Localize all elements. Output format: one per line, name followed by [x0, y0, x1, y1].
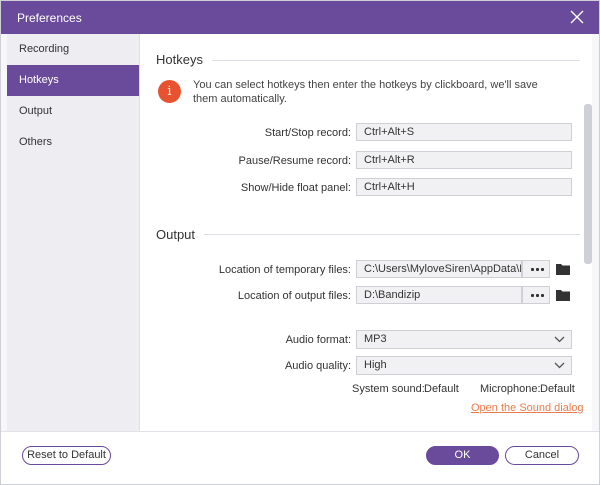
window-title: Preferences	[17, 11, 82, 25]
system-sound-label: System sound:	[352, 383, 425, 395]
section-divider	[212, 60, 580, 61]
reset-to-default-button[interactable]: Reset to Default	[22, 446, 111, 465]
chevron-down-icon	[554, 362, 565, 369]
output-location-label: Location of output files:	[237, 290, 351, 302]
more-dots-icon	[536, 268, 539, 271]
sidebar-item-recording[interactable]: Recording	[7, 34, 139, 65]
sidebar-item-hotkeys[interactable]: Hotkeys	[7, 65, 139, 96]
audio-format-select[interactable]: MP3	[356, 330, 572, 349]
sidebar-item-output[interactable]: Output	[7, 96, 139, 127]
show-hide-hotkey-field[interactable]: Ctrl+Alt+H	[356, 178, 572, 196]
show-hide-label: Show/Hide float panel:	[240, 182, 351, 194]
start-stop-label: Start/Stop record:	[264, 127, 351, 139]
scrollbar[interactable]	[584, 104, 592, 264]
more-dots-icon	[541, 294, 544, 297]
folder-icon[interactable]	[556, 263, 570, 275]
temp-location-field[interactable]: C:\Users\MyloveSiren\AppData\Local	[356, 260, 522, 278]
preferences-window: Preferences Recording Hotkeys Output Oth…	[0, 0, 600, 485]
more-dots-icon	[536, 294, 539, 297]
system-sound-value: Default	[424, 383, 459, 395]
title-bar: Preferences	[1, 1, 599, 34]
more-dots-icon	[531, 294, 534, 297]
browse-output-button[interactable]	[522, 286, 550, 304]
ok-button[interactable]: OK	[426, 446, 499, 465]
sidebar: Recording Hotkeys Output Others	[7, 34, 140, 431]
footer: Reset to Default OK Cancel	[1, 431, 599, 484]
temp-location-label: Location of temporary files:	[218, 264, 351, 276]
info-icon: i	[158, 80, 181, 103]
microphone-value: Default	[540, 383, 575, 395]
settings-panel: Hotkeys i You can select hotkeys then en…	[140, 34, 592, 431]
microphone-label: Microphone:	[480, 383, 541, 395]
audio-quality-label: Audio quality:	[284, 360, 351, 372]
pause-resume-label: Pause/Resume record:	[238, 155, 352, 167]
more-dots-icon	[531, 268, 534, 271]
audio-format-label: Audio format:	[285, 334, 351, 346]
sidebar-item-others[interactable]: Others	[7, 127, 139, 158]
output-section-title: Output	[156, 227, 196, 242]
pause-resume-hotkey-field[interactable]: Ctrl+Alt+R	[356, 151, 572, 169]
more-dots-icon	[541, 268, 544, 271]
cancel-button[interactable]: Cancel	[505, 446, 579, 465]
close-icon[interactable]	[569, 9, 585, 25]
hotkeys-section-title: Hotkeys	[156, 52, 203, 67]
audio-quality-value: High	[364, 359, 387, 371]
chevron-down-icon	[554, 336, 565, 343]
audio-format-value: MP3	[364, 333, 387, 345]
open-sound-dialog-link[interactable]: Open the Sound dialog	[471, 402, 584, 414]
output-location-field[interactable]: D:\Bandizip	[356, 286, 522, 304]
hotkeys-info-text: You can select hotkeys then enter the ho…	[193, 79, 538, 105]
start-stop-hotkey-field[interactable]: Ctrl+Alt+S	[356, 123, 572, 141]
audio-quality-select[interactable]: High	[356, 356, 572, 375]
browse-temp-button[interactable]	[522, 260, 550, 278]
section-divider	[204, 234, 580, 235]
folder-icon[interactable]	[556, 289, 570, 301]
